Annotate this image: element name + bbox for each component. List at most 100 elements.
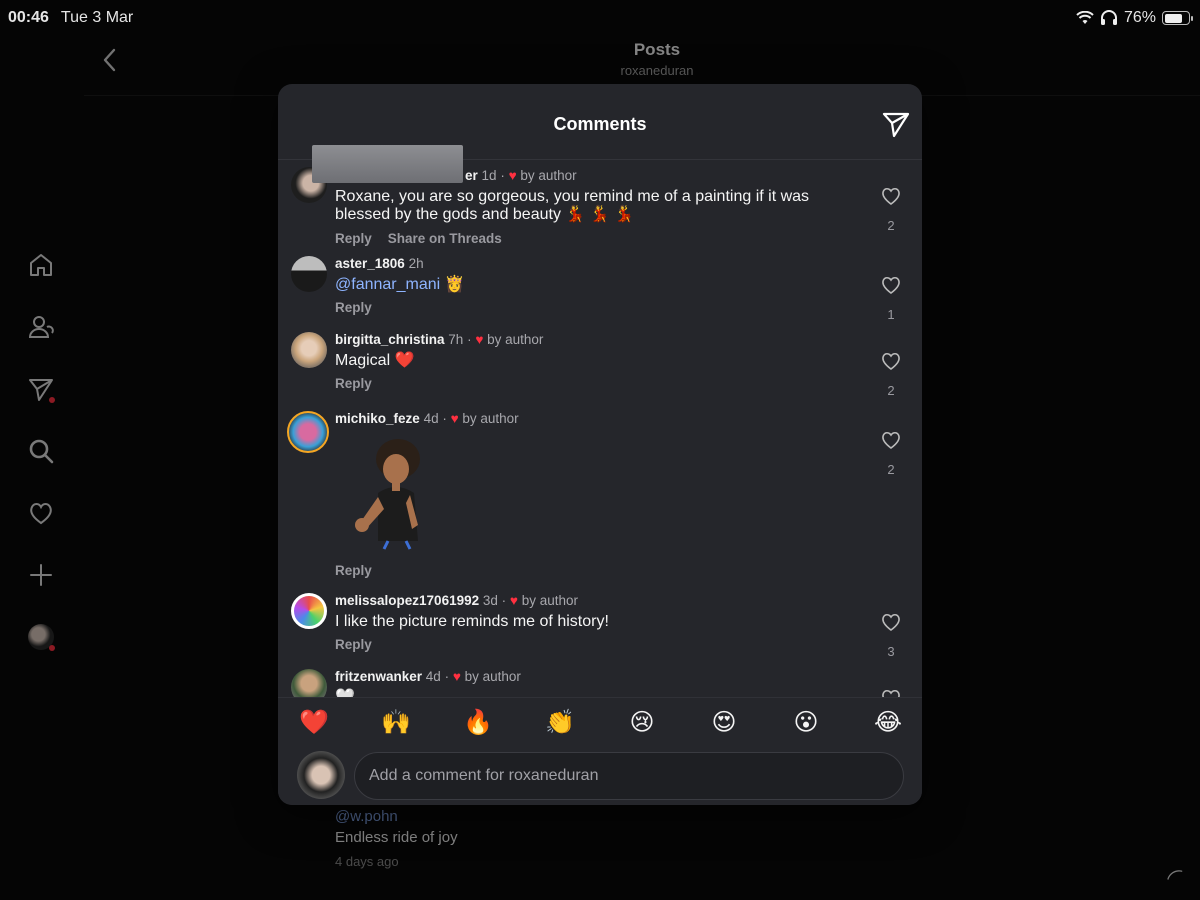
status-bar: 00:46 Tue 3 Mar 76% xyxy=(0,0,1200,36)
heart-outline-icon[interactable] xyxy=(881,431,901,450)
author-heart-icon: ♥ xyxy=(509,593,518,608)
comment-username[interactable]: michiko_feze xyxy=(335,411,420,426)
avatar[interactable] xyxy=(291,669,327,697)
current-user-avatar xyxy=(297,751,345,799)
avatar[interactable] xyxy=(291,256,327,292)
comment-text: I like the picture reminds me of history… xyxy=(335,613,609,630)
reaction-heart-eyes[interactable]: 😍 xyxy=(708,708,740,737)
like-button[interactable]: 1 xyxy=(878,276,904,322)
comment-text: Endless ride of joy xyxy=(335,829,458,846)
like-count: 2 xyxy=(887,218,895,233)
comment-input[interactable] xyxy=(354,752,904,800)
modal-title: Comments xyxy=(553,114,647,134)
avatar[interactable] xyxy=(291,593,327,629)
heart-outline-icon[interactable] xyxy=(881,352,901,371)
redacted-username xyxy=(312,145,463,183)
comment-time: 7h xyxy=(448,332,464,347)
liked-by-author: by author xyxy=(520,168,577,183)
background-comment: @w.pohn Endless ride of joy 4 days ago xyxy=(335,808,458,869)
heart-icon[interactable] xyxy=(26,498,56,528)
status-date: Tue 3 Mar xyxy=(60,9,134,26)
avatar[interactable] xyxy=(287,411,329,453)
headphones-icon xyxy=(1100,10,1117,25)
comment-username[interactable]: fritzenwanker xyxy=(335,669,422,684)
avatar[interactable] xyxy=(291,332,327,368)
like-count: 2 xyxy=(887,383,895,398)
reply-button[interactable]: Reply xyxy=(335,300,372,315)
heart-outline-icon[interactable] xyxy=(881,187,901,206)
share-send-icon[interactable] xyxy=(882,110,910,138)
comment-mention[interactable]: @w.pohn xyxy=(335,808,458,825)
comment-meta: michiko_feze 4d · ♥ by author xyxy=(335,411,519,426)
comment-meta: aster_1806 2h xyxy=(335,256,424,271)
scroll-indicator-icon: ⌒ xyxy=(1164,866,1191,894)
page-subtitle: roxaneduran xyxy=(620,63,694,78)
profile-icon[interactable] xyxy=(26,312,56,342)
heart-outline-icon[interactable] xyxy=(881,613,901,632)
profile-avatar[interactable] xyxy=(26,622,56,652)
reaction-clap[interactable]: 👏 xyxy=(544,708,576,737)
reaction-fire[interactable]: 🔥 xyxy=(462,708,494,737)
comment-time: 1d xyxy=(481,168,497,183)
like-count: 1 xyxy=(887,307,895,322)
comment-actions: Reply xyxy=(335,563,372,578)
comment-meta: birgitta_christina 7h · ♥ by author xyxy=(335,332,544,347)
comment-time: 4d xyxy=(425,669,441,684)
liked-by-author: by author xyxy=(487,332,544,347)
comment-time: 4d xyxy=(423,411,439,426)
heart-outline-icon[interactable] xyxy=(881,689,901,697)
battery-icon xyxy=(1162,11,1193,25)
like-button[interactable]: 2 xyxy=(878,187,904,233)
wifi-icon xyxy=(1076,11,1094,24)
like-button[interactable]: 2 xyxy=(878,431,904,477)
notification-dot xyxy=(49,397,55,403)
search-icon[interactable] xyxy=(26,436,56,466)
author-heart-icon: ♥ xyxy=(450,411,459,426)
comment-actions: Reply xyxy=(335,376,372,391)
comment-composer xyxy=(278,747,922,805)
home-icon[interactable] xyxy=(26,250,56,280)
comments-list[interactable]: er 1d · ♥ by author Roxane, you are so g… xyxy=(278,161,922,697)
comment-username[interactable]: birgitta_christina xyxy=(335,332,445,347)
like-count: 2 xyxy=(887,462,895,477)
comment-username[interactable]: aster_1806 xyxy=(335,256,405,271)
reaction-raised-hands[interactable]: 🙌 xyxy=(380,708,412,737)
add-icon[interactable] xyxy=(26,560,56,590)
comment-username[interactable]: er xyxy=(465,168,478,183)
reply-button[interactable]: Reply xyxy=(335,231,372,246)
liked-by-author: by author xyxy=(464,669,521,684)
comment-text: @fannar_mani 👸 xyxy=(335,276,835,294)
status-indicators: 76% xyxy=(1076,9,1193,27)
reaction-laugh[interactable]: 😂 xyxy=(872,708,904,737)
author-heart-icon: ♥ xyxy=(508,168,517,183)
comment-time: 2h xyxy=(408,256,424,271)
comment-username[interactable]: melissalopez17061992 xyxy=(335,593,479,608)
comment-meta: er 1d · ♥ by author xyxy=(465,168,577,183)
reaction-heart[interactable]: ❤️ xyxy=(298,708,330,737)
comment-mention[interactable]: @fannar_mani xyxy=(335,276,440,293)
like-button[interactable] xyxy=(878,689,904,697)
comment-text: Roxane, you are so gorgeous, you remind … xyxy=(335,188,810,223)
like-count: 3 xyxy=(887,644,895,659)
reply-button[interactable]: Reply xyxy=(335,563,372,578)
heart-outline-icon[interactable] xyxy=(881,276,901,295)
like-button[interactable]: 2 xyxy=(878,352,904,398)
comment-time: 4 days ago xyxy=(335,854,399,869)
liked-by-author: by author xyxy=(462,411,519,426)
comment-meta: fritzenwanker 4d · ♥ by author xyxy=(335,669,521,684)
reply-button[interactable]: Reply xyxy=(335,376,372,391)
reply-button[interactable]: Reply xyxy=(335,637,372,652)
share-on-threads-button[interactable]: Share on Threads xyxy=(388,231,502,246)
reaction-surprised[interactable]: 😮 xyxy=(790,708,822,737)
comments-modal: Comments er 1d · ♥ by author Roxane, you… xyxy=(278,84,922,805)
author-heart-icon: ♥ xyxy=(452,669,461,684)
avatar-sticker[interactable] xyxy=(348,437,436,551)
liked-by-author: by author xyxy=(521,593,578,608)
like-button[interactable]: 3 xyxy=(878,613,904,659)
reaction-cry[interactable]: 😢 xyxy=(626,708,658,737)
send-icon[interactable] xyxy=(26,374,56,404)
author-heart-icon: ♥ xyxy=(475,332,484,347)
comment-actions: Reply xyxy=(335,637,372,652)
status-time: 00:46 xyxy=(8,9,49,26)
comment-text: 🤍 xyxy=(335,689,835,697)
